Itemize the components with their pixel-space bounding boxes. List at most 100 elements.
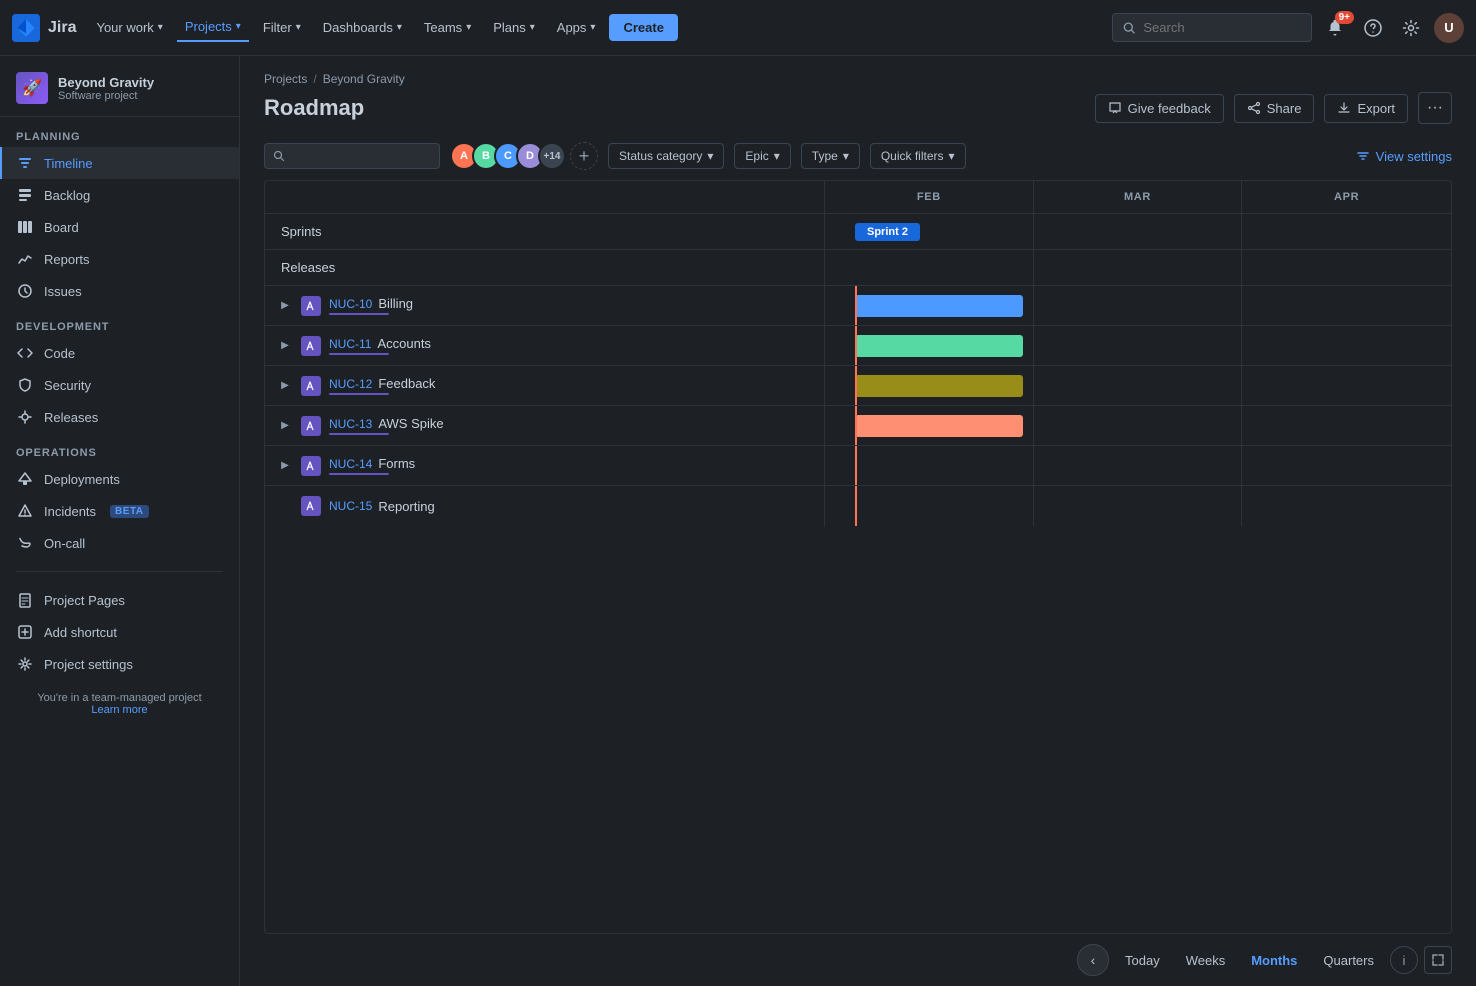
plans-nav[interactable]: Plans ▾ — [485, 14, 543, 41]
timeline-icon — [16, 154, 34, 172]
filter-search-icon — [273, 150, 285, 162]
today-line — [855, 326, 857, 365]
quarters-button[interactable]: Quarters — [1313, 947, 1384, 974]
logo[interactable]: Jira — [12, 14, 76, 42]
expand-icon[interactable]: ▶ — [277, 458, 293, 474]
assign-users-button[interactable]: + — [570, 142, 598, 170]
months-button[interactable]: Months — [1241, 947, 1307, 974]
epic-filter[interactable]: Epic ▾ — [734, 143, 790, 169]
more-options-button[interactable]: ··· — [1418, 92, 1452, 124]
pages-icon — [16, 591, 34, 609]
prev-button[interactable]: ‹ — [1077, 944, 1109, 976]
row-left-nuc12: ▶ NUC-12 Feedback — [265, 366, 825, 405]
table-row: ▶ NUC-15 Reporting — [265, 486, 1451, 526]
row-name: Reporting — [378, 499, 434, 514]
quick-filters[interactable]: Quick filters ▾ — [870, 143, 966, 169]
your-work-nav[interactable]: Your work ▾ — [88, 14, 170, 41]
row-id[interactable]: NUC-13 — [329, 417, 372, 431]
sidebar-item-code[interactable]: Code — [0, 337, 239, 369]
row-id[interactable]: NUC-14 — [329, 457, 372, 471]
sidebar-item-security[interactable]: Security — [0, 369, 239, 401]
epic-icon — [301, 336, 321, 356]
sidebar-item-label: Code — [44, 346, 75, 361]
sprint2-bar: Sprint 2 — [855, 223, 920, 241]
export-button[interactable]: Export — [1324, 94, 1408, 123]
sidebar-item-label: Backlog — [44, 188, 90, 203]
row-chart-nuc13 — [825, 406, 1034, 445]
give-feedback-button[interactable]: Give feedback — [1095, 94, 1224, 123]
expand-icon[interactable]: ▶ — [277, 298, 293, 314]
breadcrumb-projects[interactable]: Projects — [264, 72, 307, 86]
avatar-count[interactable]: +14 — [538, 142, 566, 170]
code-icon — [16, 344, 34, 362]
row-id[interactable]: NUC-15 — [329, 499, 372, 513]
search-box[interactable] — [1112, 13, 1312, 42]
notifications-button[interactable]: 9+ — [1320, 13, 1350, 43]
row-chart-nuc10 — [825, 286, 1034, 325]
row-id[interactable]: NUC-10 — [329, 297, 372, 311]
sidebar-item-issues[interactable]: Issues — [0, 275, 239, 307]
help-icon — [1364, 19, 1382, 37]
gantt-bar-nuc11[interactable] — [855, 335, 1023, 357]
sidebar-item-releases[interactable]: Releases — [0, 401, 239, 433]
type-filter[interactable]: Type ▾ — [801, 143, 860, 169]
view-settings-button[interactable]: View settings — [1356, 149, 1452, 164]
sidebar-item-label: On-call — [44, 536, 85, 551]
row-id[interactable]: NUC-11 — [329, 337, 371, 351]
board-icon — [16, 218, 34, 236]
sidebar-item-reports[interactable]: Reports — [0, 243, 239, 275]
roadmap-header-apr: APR — [1242, 181, 1451, 213]
search-input[interactable] — [1143, 20, 1301, 35]
gantt-bar-nuc12[interactable] — [855, 375, 1023, 397]
gantt-bar-nuc13[interactable] — [855, 415, 1023, 437]
sidebar-item-add-shortcut[interactable]: Add shortcut — [0, 616, 239, 648]
sidebar-item-project-settings[interactable]: Project settings — [0, 648, 239, 680]
gantt-bar-nuc10[interactable] — [855, 295, 1023, 317]
settings-button[interactable] — [1396, 13, 1426, 43]
roadmap-header-feb: FEB — [825, 181, 1034, 213]
planning-section-label: PLANNING — [0, 117, 239, 147]
sidebar-item-label: Deployments — [44, 472, 120, 487]
search-icon — [1123, 21, 1135, 35]
expand-icon[interactable]: ▶ — [277, 378, 293, 394]
sidebar-item-on-call[interactable]: On-call — [0, 527, 239, 559]
row-id[interactable]: NUC-12 — [329, 377, 372, 391]
row-chart-nuc13-mar — [1034, 406, 1243, 445]
status-category-filter[interactable]: Status category ▾ — [608, 143, 724, 169]
today-line — [855, 486, 857, 526]
help-button[interactable] — [1358, 13, 1388, 43]
fullscreen-button[interactable] — [1424, 946, 1452, 974]
sidebar-item-incidents[interactable]: Incidents BETA — [0, 495, 239, 527]
projects-nav[interactable]: Projects ▾ — [177, 13, 249, 42]
filter-nav[interactable]: Filter ▾ — [255, 14, 309, 41]
topnav: Jira Your work ▾ Projects ▾ Filter ▾ Das… — [0, 0, 1476, 56]
sidebar-item-project-pages[interactable]: Project Pages — [0, 584, 239, 616]
share-icon — [1247, 101, 1261, 115]
sidebar: 🚀 Beyond Gravity Software project PLANNI… — [0, 56, 240, 986]
share-button[interactable]: Share — [1234, 94, 1315, 123]
teams-nav[interactable]: Teams ▾ — [416, 14, 479, 41]
row-name: Accounts — [377, 336, 430, 351]
expand-icon[interactable]: ▶ — [277, 418, 293, 434]
search-filter[interactable] — [264, 143, 440, 169]
create-button[interactable]: Create — [609, 14, 677, 41]
sidebar-item-timeline[interactable]: Timeline — [0, 147, 239, 179]
apps-nav[interactable]: Apps ▾ — [549, 14, 604, 41]
user-avatar[interactable]: U — [1434, 13, 1464, 43]
learn-more-link[interactable]: Learn more — [91, 704, 147, 716]
row-chart-nuc10-mar — [1034, 286, 1243, 325]
dashboards-nav[interactable]: Dashboards ▾ — [315, 14, 410, 41]
breadcrumb-project[interactable]: Beyond Gravity — [323, 72, 405, 86]
row-chart-nuc12 — [825, 366, 1034, 405]
sidebar-item-deployments[interactable]: Deployments — [0, 463, 239, 495]
expand-icon[interactable]: ▶ — [277, 338, 293, 354]
sidebar-item-backlog[interactable]: Backlog — [0, 179, 239, 211]
today-button[interactable]: Today — [1115, 947, 1170, 974]
info-button[interactable]: i — [1390, 946, 1418, 974]
roadmap-search-input[interactable] — [291, 149, 431, 163]
sidebar-item-label: Security — [44, 378, 91, 393]
sidebar-item-board[interactable]: Board — [0, 211, 239, 243]
weeks-button[interactable]: Weeks — [1176, 947, 1236, 974]
view-settings-icon — [1356, 149, 1370, 163]
row-name: Forms — [378, 456, 415, 471]
